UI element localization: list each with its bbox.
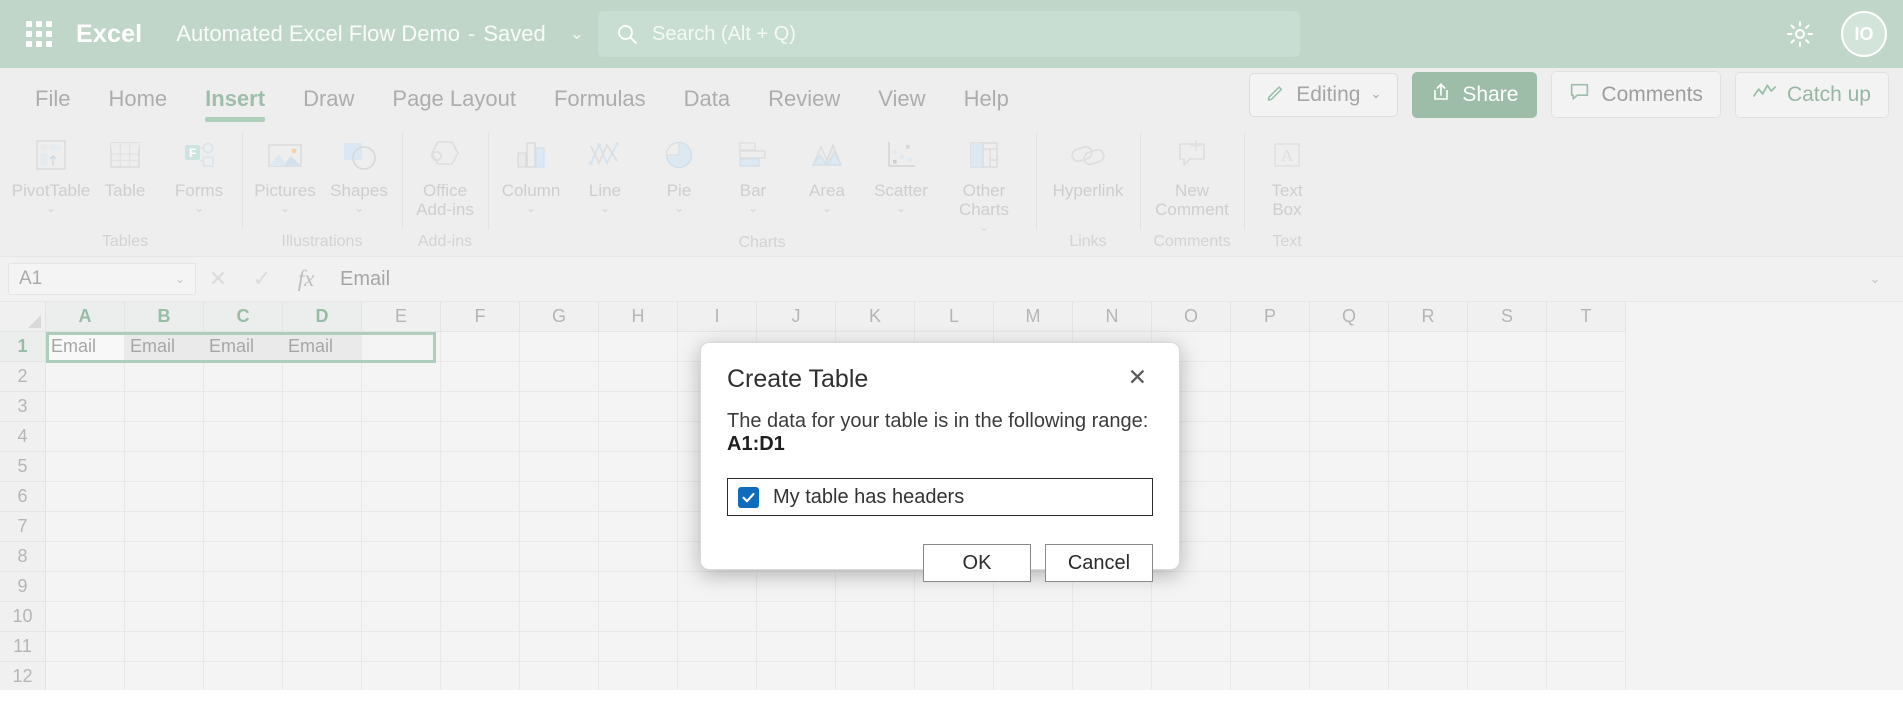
dialog-title: Create Table <box>727 365 868 394</box>
ok-button[interactable]: OK <box>923 544 1031 582</box>
dialog-description-text: The data for your table is in the follow… <box>727 410 1148 432</box>
cancel-button[interactable]: Cancel <box>1045 544 1153 582</box>
excel-web-app: Excel Automated Excel Flow Demo - Saved … <box>0 0 1903 711</box>
my-table-has-headers-checkbox[interactable] <box>738 487 759 508</box>
my-table-has-headers-label: My table has headers <box>773 486 964 509</box>
dialog-header: Create Table ✕ <box>727 365 1153 394</box>
dialog-range-value: A1:D1 <box>727 433 785 455</box>
my-table-has-headers-row[interactable]: My table has headers <box>727 478 1153 516</box>
close-icon[interactable]: ✕ <box>1122 365 1153 392</box>
create-table-dialog: Create Table ✕ The data for your table i… <box>700 342 1180 570</box>
dialog-actions: OK Cancel <box>727 544 1153 582</box>
dialog-description: The data for your table is in the follow… <box>727 410 1153 456</box>
